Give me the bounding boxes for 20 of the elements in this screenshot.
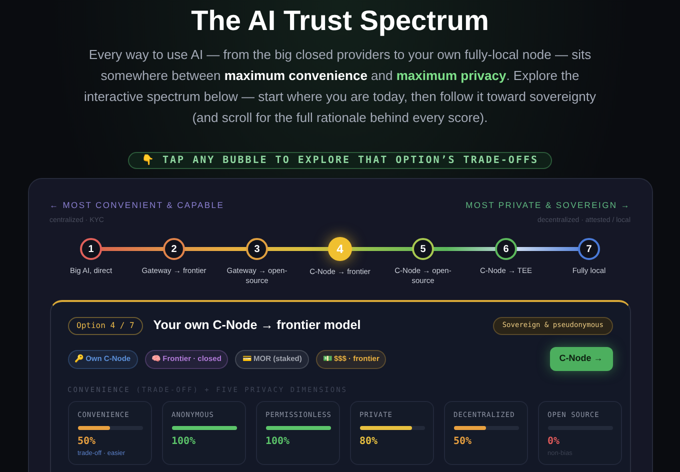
metric-value: 50% xyxy=(78,435,97,449)
c-node-button[interactable]: C-Node → xyxy=(550,347,612,371)
step-bubble[interactable]: 3 xyxy=(246,238,268,260)
step-bubble[interactable]: 5 xyxy=(412,238,434,260)
option-counter: Option 4 / 7 xyxy=(68,316,144,335)
metric-value: 100% xyxy=(172,435,197,449)
step-bubble[interactable]: 6 xyxy=(495,238,517,260)
step-bubble[interactable]: 7 xyxy=(578,238,600,260)
right-end-label: MOST PRIVATE & SOVEREIGN → xyxy=(466,199,630,212)
metric-value: 0% xyxy=(548,435,561,449)
hint-pill: 👇 TAP ANY BUBBLE TO EXPLORE THAT OPTION’S TRADE-OFFS xyxy=(128,152,552,169)
option-title: Your own C-Node → frontier model xyxy=(153,317,361,334)
metric-value: 50% xyxy=(454,435,473,449)
page-title: The AI Trust Spectrum xyxy=(191,4,489,38)
metric-value: 100% xyxy=(266,435,291,449)
metric-value: 80% xyxy=(360,435,379,449)
intro-paragraph: Every way to use AI — from the big closed providers to your own fully-local node — sits somewhere between maximum convenience and maximum privacy. Explore the interactive spectrum below — start where you are today, then follow it toward sovereignty (and scroll for the full rationale behind every score). xyxy=(82,46,598,127)
step-bubble[interactable]: 2 xyxy=(163,238,185,260)
step-bubble[interactable]: 1 xyxy=(80,238,102,260)
left-end-label: ← MOST CONVENIENT & CAPABLE xyxy=(50,199,224,212)
